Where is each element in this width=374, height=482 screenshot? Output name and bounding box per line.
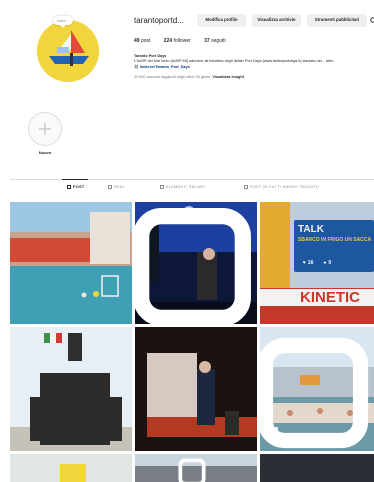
grid-icon — [67, 185, 71, 189]
note-bubble[interactable]: Nota... — [53, 16, 73, 25]
tab-saved[interactable]: ELEMENTI SALVATI — [160, 185, 206, 189]
grid-post[interactable] — [135, 454, 257, 482]
settings-icon[interactable] — [370, 16, 374, 24]
post-image — [10, 202, 132, 324]
grid-post[interactable] — [10, 202, 132, 324]
reels-icon — [108, 185, 112, 189]
profile-username: tarantoportd... — [134, 16, 184, 25]
active-tab-indicator — [62, 179, 88, 180]
posts-count: 49 post — [134, 38, 151, 44]
profile-tabs: POST REEL ELEMENTI SALVATI POST IN CUI T… — [10, 185, 374, 193]
post-image — [10, 454, 132, 482]
bookmark-icon — [160, 185, 164, 189]
profile-stats: 49 post 224 follower 37 seguiti — [134, 38, 238, 44]
avatar-logo — [37, 20, 99, 82]
post-image — [10, 327, 132, 451]
grid-post[interactable] — [260, 454, 374, 482]
post-image — [260, 454, 374, 482]
followers-count[interactable]: 224 follower — [164, 38, 191, 44]
tab-reels[interactable]: REEL — [108, 185, 125, 189]
grid-post[interactable] — [135, 202, 257, 324]
post-image — [135, 327, 257, 451]
comments-count: ● 0 — [323, 260, 332, 266]
view-archive-button[interactable]: Visualizza archivio — [252, 14, 301, 27]
edit-profile-button[interactable]: Modifica profilo — [197, 14, 246, 27]
bio-link[interactable]: linktr.ee/Taranto_Port_Days — [140, 65, 190, 69]
grid-post[interactable] — [260, 327, 374, 451]
insight-text: 22.500 account raggiunti negli ultimi 30… — [134, 75, 212, 80]
profile-avatar[interactable]: Nota... — [37, 16, 99, 82]
tab-tagged[interactable]: POST IN CUI TI HANNO TAGGATO — [244, 185, 319, 189]
reel-icon — [178, 458, 206, 482]
bio-link-row[interactable]: ⛓ linktr.ee/Taranto_Port_Days — [134, 65, 374, 70]
new-highlight-circle[interactable] — [28, 112, 62, 146]
new-highlight[interactable]: Nuovo — [27, 112, 63, 155]
tab-posts[interactable]: POST — [67, 185, 85, 189]
following-count[interactable]: 37 seguiti — [204, 38, 225, 44]
new-highlight-label: Nuovo — [38, 150, 52, 155]
port-logo-icon — [37, 20, 99, 82]
tag-icon — [244, 185, 248, 189]
grid-post[interactable]: TALK SBARCO IN FRIGO UN SACCA KINETIC ♥ … — [260, 202, 374, 324]
reel-icon — [260, 337, 369, 449]
grid-post[interactable] — [135, 327, 257, 451]
ad-tools-button[interactable]: Strumenti pubblicitari — [307, 14, 367, 27]
likes-count: ♥ 16 — [302, 260, 314, 266]
view-insights-link[interactable]: Visualizza insight — [212, 75, 244, 79]
post-hover-overlay: ♥ 16 ● 0 — [260, 202, 374, 324]
insight-row: 22.500 account raggiunti negli ultimi 30… — [134, 75, 374, 80]
grid-post[interactable] — [10, 327, 132, 451]
grid-post[interactable] — [10, 454, 132, 482]
plus-icon — [39, 123, 51, 135]
profile-bio: Taranto Port Days L'AdSP del Mar Ionio (… — [134, 54, 374, 81]
reel-icon — [135, 208, 251, 324]
